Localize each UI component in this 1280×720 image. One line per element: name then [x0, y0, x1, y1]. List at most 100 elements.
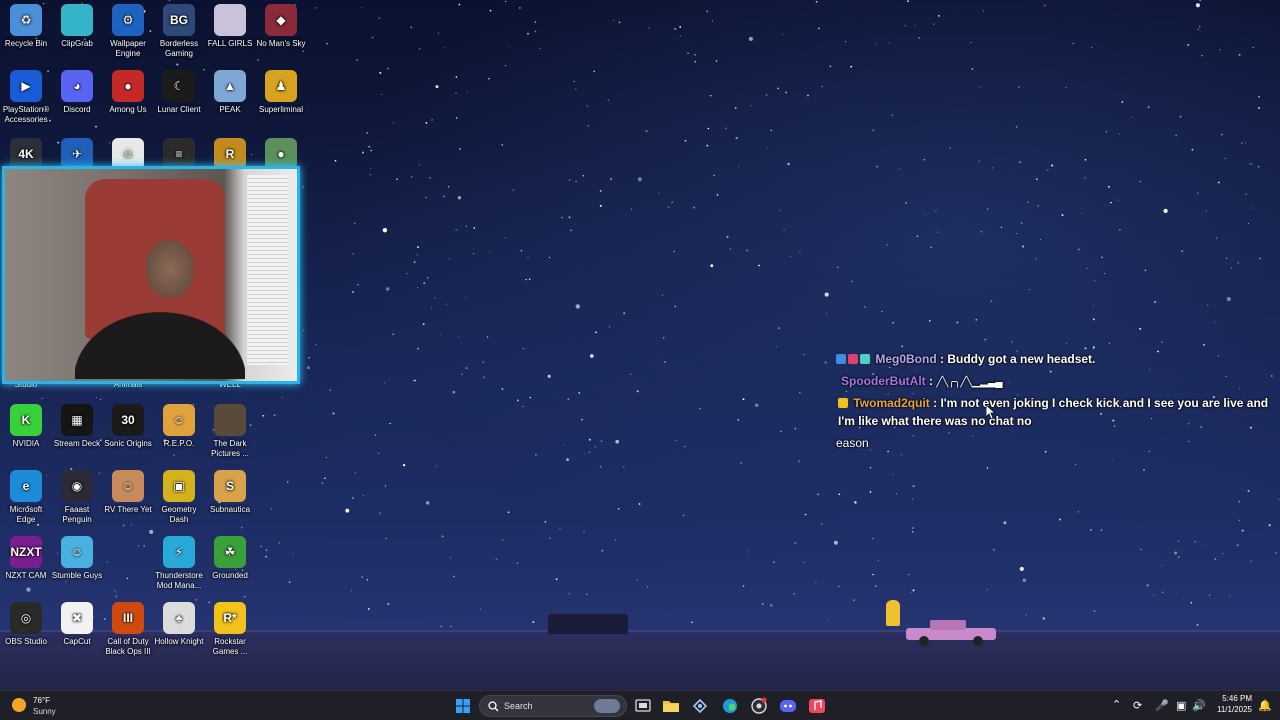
discord-icon[interactable]	[777, 696, 799, 716]
star	[362, 151, 364, 154]
star	[636, 390, 639, 393]
desktop-icon-call-of-duty-black-ops-iii[interactable]: III Call of Duty Black Ops III	[102, 602, 154, 657]
star	[371, 36, 374, 39]
star	[578, 391, 581, 394]
star	[1194, 541, 1196, 543]
desktop-icon-rockstar-games[interactable]: R* Rockstar Games ...	[204, 602, 256, 657]
star	[384, 485, 387, 487]
star	[1181, 250, 1184, 252]
sync-icon[interactable]: ⟳	[1133, 699, 1142, 712]
steam-icon[interactable]	[689, 696, 711, 716]
chevron-up-icon[interactable]: ⌃	[1112, 698, 1121, 711]
search-highlight-icon	[594, 699, 620, 713]
desktop-icon-among-us[interactable]: ● Among Us	[102, 70, 154, 115]
star	[607, 99, 610, 101]
star	[195, 598, 198, 601]
star	[869, 466, 872, 469]
desktop-icon-lunar-client[interactable]: ☾ Lunar Client	[153, 70, 205, 115]
star	[122, 524, 125, 527]
desktop-icon-discord[interactable]: ◕ Discord	[51, 70, 103, 115]
desktop-icon-peak[interactable]: ▲ PEAK	[204, 70, 256, 115]
music-icon[interactable]	[806, 696, 828, 716]
star	[458, 3, 461, 6]
star	[278, 542, 280, 544]
desktop-icon-label: Lunar Client	[157, 105, 201, 114]
desktop-icon-subnautica[interactable]: S Subnautica	[204, 470, 256, 515]
taskbar-search[interactable]: Search	[479, 695, 627, 717]
network-icon[interactable]: ▣	[1176, 699, 1186, 712]
star	[1175, 134, 1177, 137]
star	[528, 278, 531, 281]
star	[569, 179, 571, 181]
desktop-icon-recycle-bin[interactable]: ♻ Recycle Bin	[0, 4, 52, 49]
star	[1036, 178, 1038, 180]
star	[978, 160, 980, 163]
star	[1143, 469, 1145, 471]
star	[901, 345, 903, 348]
star	[746, 249, 749, 252]
star	[361, 6, 363, 8]
star	[891, 114, 894, 117]
task-view-icon[interactable]	[632, 696, 654, 716]
star	[853, 599, 855, 601]
star	[1131, 116, 1133, 118]
desktop-icon-fall-girls[interactable]: FALL GIRLS	[204, 4, 256, 49]
desktop-icon-capcut[interactable]: ✖ CapCut	[51, 602, 103, 647]
star	[837, 585, 840, 588]
weather-widget[interactable]: 76°F Sunny	[10, 694, 80, 718]
start-icon[interactable]	[452, 696, 474, 716]
desktop-icon-obs-studio[interactable]: ◎ OBS Studio	[0, 602, 52, 647]
desktop-icon-thunderstore-mod-mana[interactable]: ⚡ Thunderstore Mod Mana...	[153, 536, 205, 591]
desktop-icon-nzxt-cam[interactable]: NZXT NZXT CAM	[0, 536, 52, 581]
star	[369, 174, 371, 176]
star	[549, 537, 551, 540]
desktop-icon-nvidia[interactable]: K NVIDIA	[0, 404, 52, 449]
desktop-icon-clipgrab[interactable]: ClipGrab	[51, 4, 103, 49]
star	[1275, 552, 1277, 554]
star	[737, 419, 740, 421]
desktop-icon-stumble-guys[interactable]: ☺ Stumble Guys	[51, 536, 103, 581]
notification-bell-icon[interactable]: 🔔	[1258, 699, 1272, 712]
desktop-icon-borderless-gaming[interactable]: BG Borderless Gaming	[153, 4, 205, 59]
star	[1121, 101, 1124, 103]
desktop-icon-sonic-origins[interactable]: 30 Sonic Origins	[102, 404, 154, 449]
desktop-icon-r-e-p-o[interactable]: ☺ R.E.P.O.	[153, 404, 205, 449]
desktop-icon-stream-deck[interactable]: ▦ Stream Deck	[51, 404, 103, 449]
file-explorer-icon[interactable]	[660, 696, 682, 716]
volume-icon[interactable]: 🔊	[1192, 699, 1206, 712]
star	[901, 454, 903, 456]
microphone-icon[interactable]: 🎤	[1155, 699, 1169, 712]
the-dark-pictures-icon	[214, 404, 246, 436]
edge-icon[interactable]	[719, 696, 741, 716]
star	[886, 244, 888, 246]
star	[307, 366, 310, 370]
star	[522, 405, 524, 408]
star	[600, 440, 603, 443]
star	[176, 63, 179, 66]
desktop-icon-superliminal[interactable]: ♟ Superliminal	[255, 70, 307, 115]
desktop-icon-geometry-dash[interactable]: ▣ Geometry Dash	[153, 470, 205, 525]
system-clock[interactable]: 5:46 PM 11/1/2025	[1210, 694, 1252, 714]
desktop-icon-hollow-knight[interactable]: ♠ Hollow Knight	[153, 602, 205, 647]
star	[679, 35, 681, 37]
star	[684, 139, 687, 142]
chrome-icon[interactable]	[748, 696, 770, 716]
star	[457, 336, 459, 338]
star	[730, 248, 731, 250]
desktop-icon-wallpaper-engine[interactable]: ⚙ Wallpaper Engine	[102, 4, 154, 59]
star	[583, 531, 585, 533]
desktop-icon-no-man-s-sky[interactable]: ◆ No Man's Sky	[255, 4, 307, 49]
star	[869, 491, 872, 493]
desktop-icon-the-dark-pictures[interactable]: The Dark Pictures ...	[204, 404, 256, 459]
desktop-icon-rv-there-yet[interactable]: ☺ RV There Yet	[102, 470, 154, 515]
star	[326, 42, 329, 45]
star	[794, 542, 797, 544]
desktop-icon-microsoft-edge[interactable]: e Microsoft Edge	[0, 470, 52, 525]
desktop-icon-grounded[interactable]: ☘ Grounded	[204, 536, 256, 581]
star	[323, 477, 326, 480]
desktop-icon-label: RV There Yet	[104, 505, 152, 514]
desktop-icon-faaast-penguin[interactable]: ◉ Faaast Penguin	[51, 470, 103, 525]
star	[516, 562, 519, 564]
desktop-icon-playstation-accessories[interactable]: ▶ PlayStation® Accessories	[0, 70, 52, 125]
chat-separator: :	[925, 374, 937, 388]
